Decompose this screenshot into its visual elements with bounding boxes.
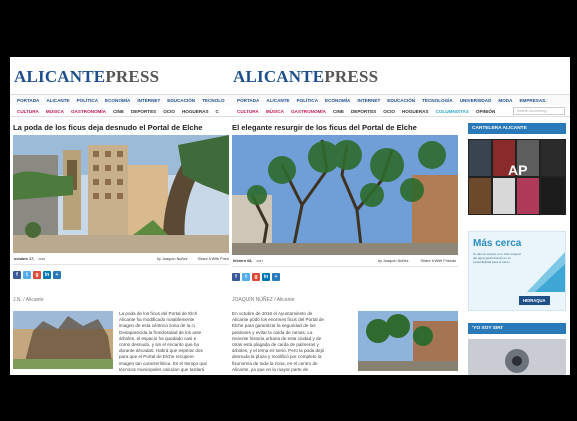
site-logo[interactable]: ALICANTEPRESS [14, 67, 159, 87]
nav-item[interactable]: MODA [498, 98, 512, 103]
inline-photo [13, 311, 113, 369]
logo-part-alicante: ALICANTE [14, 67, 106, 86]
subnav-item[interactable]: CINE [113, 109, 124, 114]
ad-title: Más cerca [473, 238, 522, 249]
subnav-item[interactable]: C [216, 109, 219, 114]
share-more-icon[interactable]: + [53, 271, 61, 279]
nav-item[interactable]: ECONOMÍA [105, 98, 130, 103]
linkedin-icon[interactable]: in [262, 273, 270, 281]
article-body: La poda de los ficus del Portal de Elch … [119, 311, 229, 373]
article-date: octubre 17, [14, 256, 35, 261]
nav-item[interactable]: EDUCACIÓN [387, 98, 415, 103]
subnav-item[interactable]: OCIO [383, 109, 395, 114]
sidebar-yosoy-header[interactable]: 'YO SOY SIRI' [468, 323, 566, 334]
subnav-item[interactable]: CULTURA [237, 109, 259, 114]
nav-item[interactable]: INTERNET [137, 98, 160, 103]
main-nav: PORTADA ALICANTE POLÍTICA ECONOMÍA INTER… [10, 94, 230, 105]
subnav-item[interactable]: OCIO [163, 109, 175, 114]
article-date: febrero 08, [233, 258, 253, 263]
logo-part-alicante: ALICANTE [233, 67, 325, 86]
article-byline: JOAQUÍN NÚÑEZ / Alicante [232, 297, 295, 303]
nav-item[interactable]: UNIVERSIDAD [460, 98, 492, 103]
subnav-item[interactable]: MÚSICA [46, 109, 64, 114]
hidraqua-ad[interactable]: Más cerca Te damos acceso a un ciclo int… [468, 231, 566, 311]
social-share-buttons: f t g in + [232, 273, 280, 281]
subnav-item[interactable]: CINE [333, 109, 344, 114]
subnav-item[interactable]: HOGUERAS [402, 109, 429, 114]
linkedin-icon[interactable]: in [43, 271, 51, 279]
nav-item[interactable]: POLÍTICA [77, 98, 98, 103]
article-date-year: 2017 [256, 258, 264, 263]
article-author[interactable]: by Joaquín Núñez [378, 259, 409, 263]
nav-item[interactable]: PORTADA [17, 98, 39, 103]
nav-item[interactable]: ECONOMÍA [325, 98, 350, 103]
subnav-item[interactable]: CULTURA [17, 109, 39, 114]
subnav-item[interactable]: GASTRONOMÍA [291, 109, 326, 114]
nav-item[interactable]: PORTADA [237, 98, 259, 103]
twitter-icon[interactable]: t [23, 271, 31, 279]
body-line: Alicante, ya que en la mayor parte de [232, 366, 309, 372]
screenshot-stage: ALICANTEPRESS PORTADA ALICANTE POLÍTICA … [10, 57, 570, 375]
nav-item[interactable]: EDUCACIÓN [167, 98, 195, 103]
movie-posters-grid[interactable]: AP [468, 139, 566, 215]
twitter-icon[interactable]: t [242, 273, 250, 281]
nav-item[interactable]: POLÍTICA [297, 98, 318, 103]
video-frame: ALICANTEPRESS PORTADA ALICANTE POLÍTICA … [0, 0, 577, 421]
nav-item[interactable]: EMPRESAS. [519, 98, 546, 103]
ad-brand: HIDRAQUA [519, 296, 550, 305]
inline-photo [358, 311, 458, 371]
share-link[interactable]: Share it With Friends [421, 259, 456, 263]
svg-text:AP: AP [508, 162, 527, 178]
facebook-icon[interactable]: f [232, 273, 240, 281]
article-body: En octubre de 2016 el Ayuntamiento de Al… [232, 311, 354, 373]
subnav-item[interactable]: DEPORTES [131, 109, 156, 114]
article-photo-pruned-ficus [13, 135, 229, 253]
nav-item[interactable]: TECNOLOGÍA [422, 98, 453, 103]
google-plus-icon[interactable]: g [33, 271, 41, 279]
google-plus-icon[interactable]: g [252, 273, 260, 281]
article-meta-bar: febrero 08, 2017 by Joaquín Núñez Share … [232, 255, 458, 267]
sub-nav: CULTURA MÚSICA GASTRONOMÍA CINE DEPORTES… [10, 106, 230, 117]
site-logo[interactable]: ALICANTEPRESS [233, 67, 378, 87]
left-article-page: ALICANTEPRESS PORTADA ALICANTE POLÍTICA … [10, 57, 230, 375]
subnav-item[interactable]: OPINIÓN [476, 109, 495, 114]
article-headline[interactable]: La poda de los ficus deja desnudo el Por… [13, 123, 202, 132]
article-date-year: 2016 [38, 256, 45, 261]
search-input[interactable]: Search something... [513, 107, 565, 115]
main-nav: PORTADA ALICANTE POLÍTICA ECONOMÍA INTER… [230, 94, 570, 105]
article-photo-regrown-ficus [232, 135, 458, 255]
subnav-item[interactable]: COLUMNISTAS [436, 109, 469, 114]
right-article-page: ALICANTEPRESS PORTADA ALICANTE POLÍTICA … [230, 57, 570, 375]
article-byline: J.N. / Alicante [13, 297, 44, 303]
sidebar-cartelera-header[interactable]: CARTELERA ALICANTE [468, 123, 566, 134]
ad-text: Te damos acceso a un ciclo integral del … [473, 252, 521, 264]
body-line: técnicos municipales calculan que tardar… [119, 366, 205, 372]
nav-item[interactable]: INTERNET [357, 98, 380, 103]
article-author[interactable]: by Joaquín Núñez [157, 257, 188, 261]
subnav-item[interactable]: MÚSICA [266, 109, 284, 114]
yo-soy-siri-promo[interactable] [468, 339, 566, 375]
subnav-item[interactable]: GASTRONOMÍA [71, 109, 106, 114]
social-share-buttons: f t g in + [13, 271, 61, 279]
article-meta-bar: octubre 17, 2016 by Joaquín Núñez Share … [13, 253, 229, 265]
share-more-icon[interactable]: + [272, 273, 280, 281]
nav-item[interactable]: TECNOLO [202, 98, 224, 103]
article-headline[interactable]: El elegante resurgir de los ficus del Po… [232, 123, 417, 132]
subnav-item[interactable]: DEPORTES [351, 109, 376, 114]
nav-item[interactable]: ALICANTE [46, 98, 69, 103]
logo-part-press: PRESS [324, 67, 379, 86]
logo-part-press: PRESS [105, 67, 160, 86]
share-link[interactable]: Share it With Frien [198, 257, 229, 261]
nav-item[interactable]: ALICANTE [266, 98, 289, 103]
facebook-icon[interactable]: f [13, 271, 21, 279]
subnav-item[interactable]: HOGUERAS [182, 109, 209, 114]
